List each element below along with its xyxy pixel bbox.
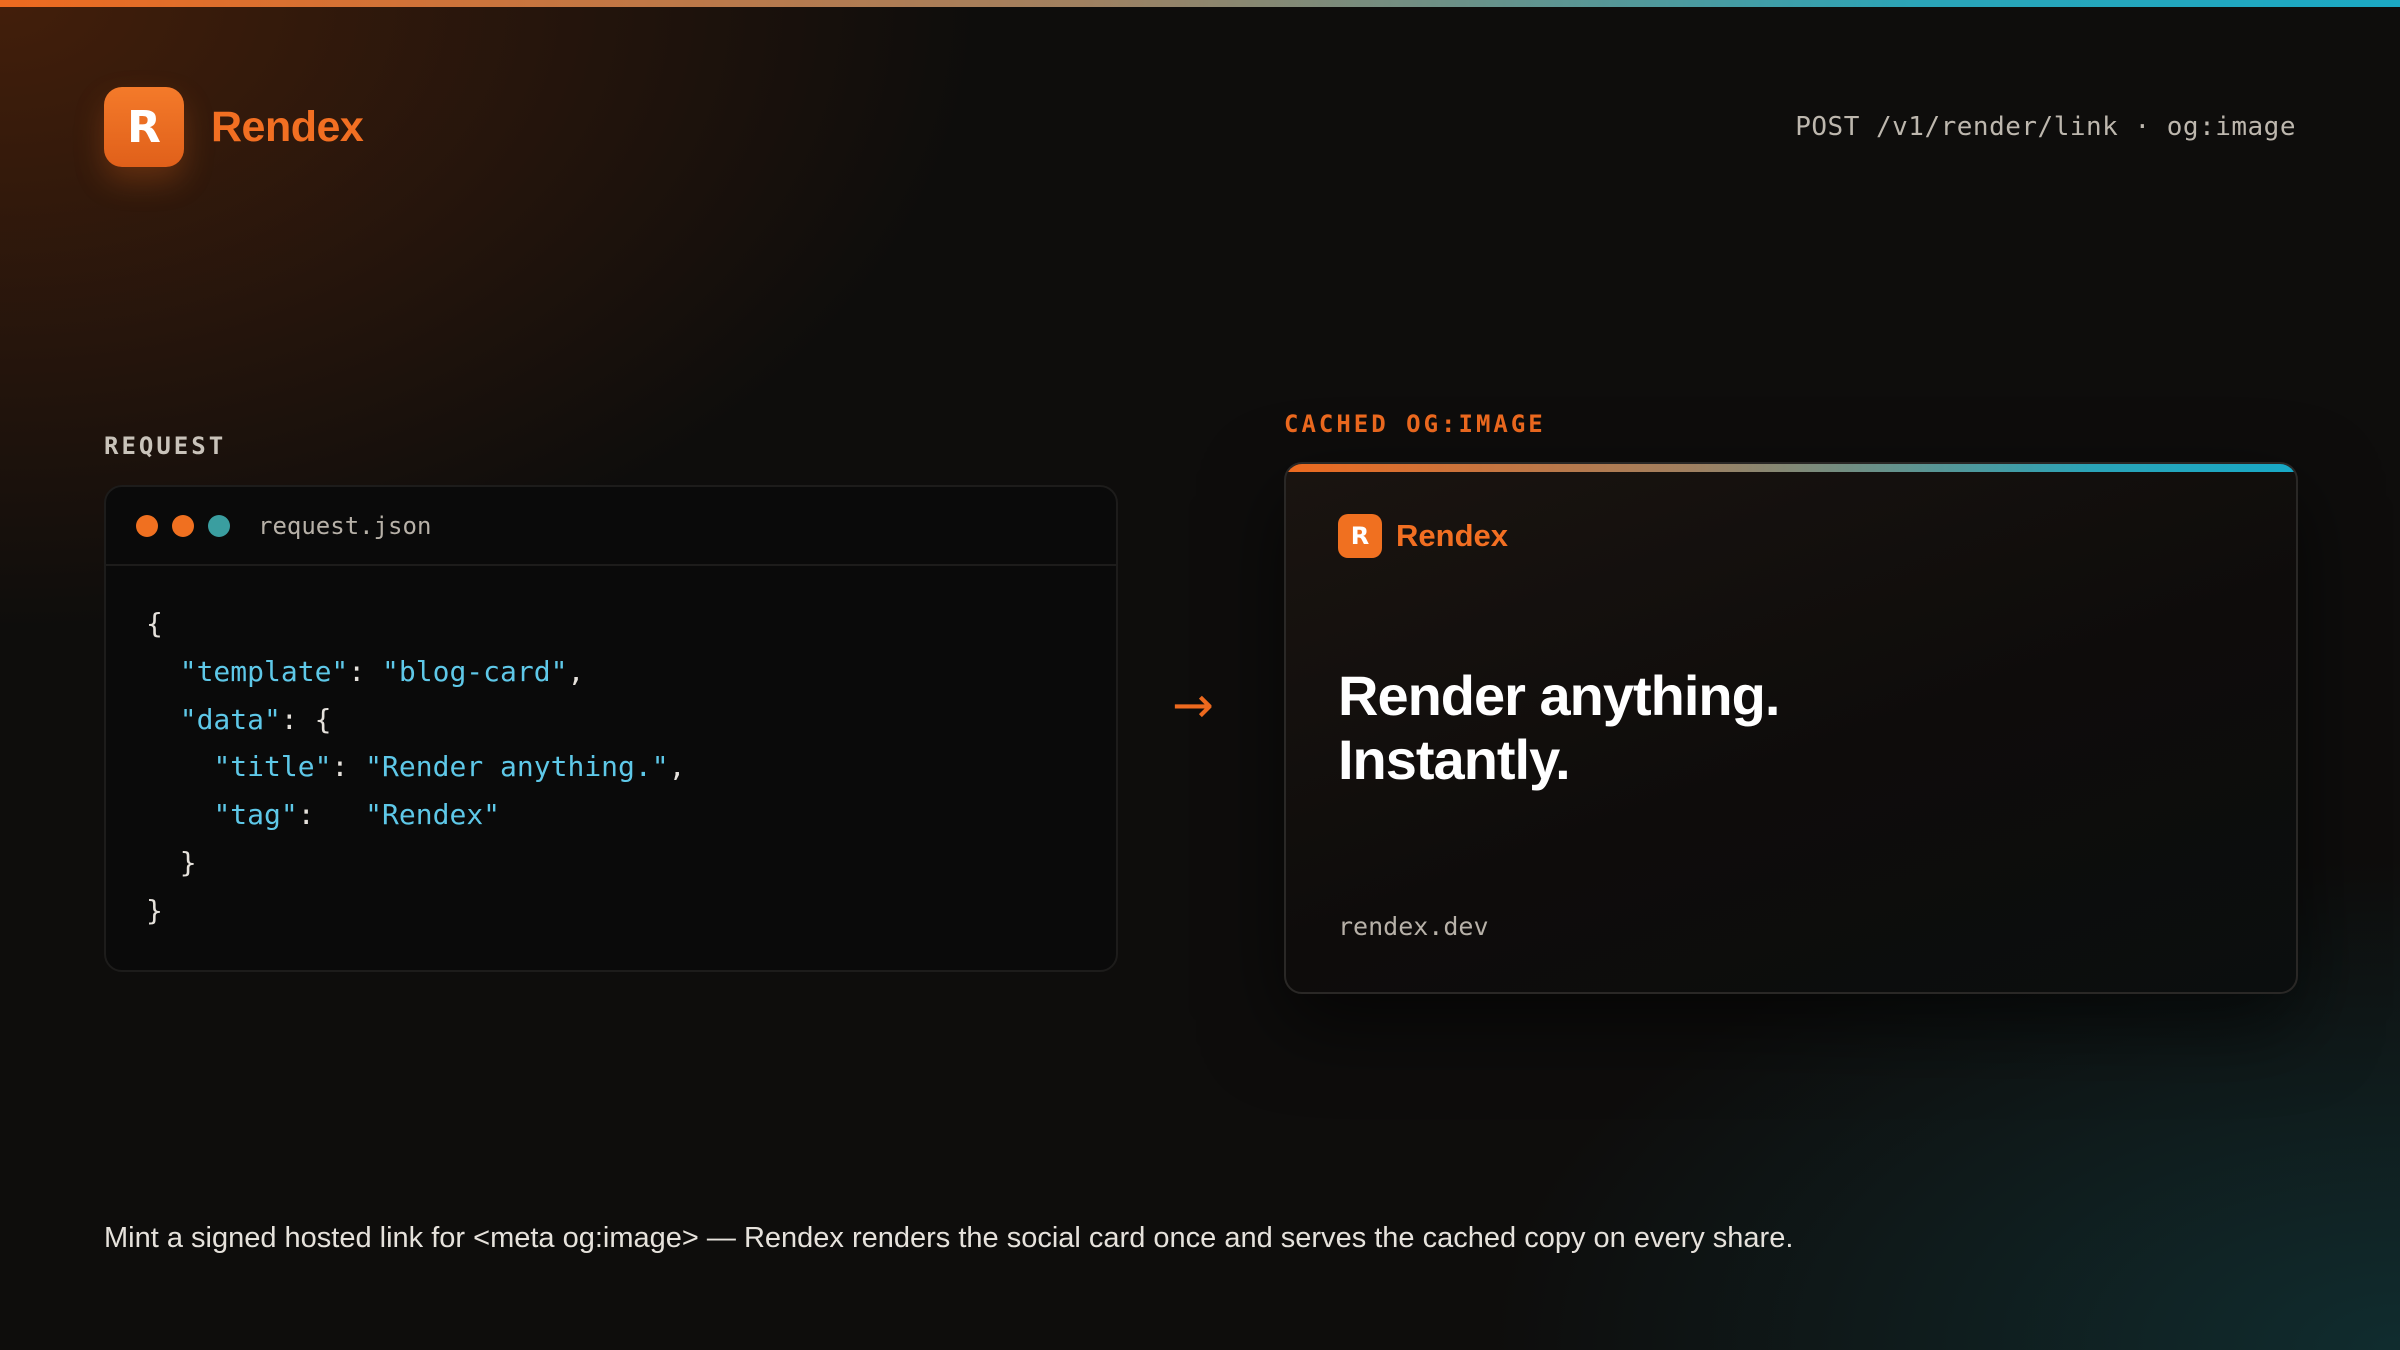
window-dot-icon [208,514,230,537]
window-dot-icon [136,514,158,537]
code-filename: request.json [258,511,432,540]
code-line: "data": { [179,702,332,736]
code-line: "title": "Render anything.", [213,750,686,784]
og-headline-line2: Instantly. [1338,728,1571,791]
code-line: "tag": "Rendex" [213,798,501,832]
cached-section-label: CACHED OG:IMAGE [1284,410,1546,438]
og-card-gradient-stripe [1286,464,2296,472]
code-line: } [146,893,163,927]
arrow-right-icon: → [1172,676,1214,734]
og-headline: Render anything. Instantly. [1338,664,1780,792]
code-window-header: request.json [106,487,1116,566]
og-brand-name: Rendex [1396,518,1508,553]
og-domain: rendex.dev [1338,912,1489,941]
og-card-logo: R Rendex [1338,514,1508,558]
brand-name: Rendex [211,102,364,151]
og-headline-line1: Render anything. [1338,664,1780,727]
request-section-label: REQUEST [104,432,227,460]
caption-text: Mint a signed hosted link for <meta og:i… [104,1222,1794,1254]
og-logo-badge-icon: R [1338,514,1382,558]
code-line: { [146,607,163,640]
endpoint-label: POST /v1/render/link · og:image [1795,112,2296,142]
code-body: { "template": "blog-card", "data": { "ti… [106,566,1116,935]
og-image-preview-card: R Rendex Render anything. Instantly. ren… [1284,462,2298,994]
brand-logo: R Rendex [104,87,364,167]
top-gradient-bar [0,0,2400,7]
code-line: "template": "blog-card", [179,654,585,688]
code-line: } [146,845,197,879]
window-dot-icon [172,514,194,537]
logo-badge-icon: R [104,87,184,167]
request-code-window: request.json { "template": "blog-card", … [104,485,1118,972]
